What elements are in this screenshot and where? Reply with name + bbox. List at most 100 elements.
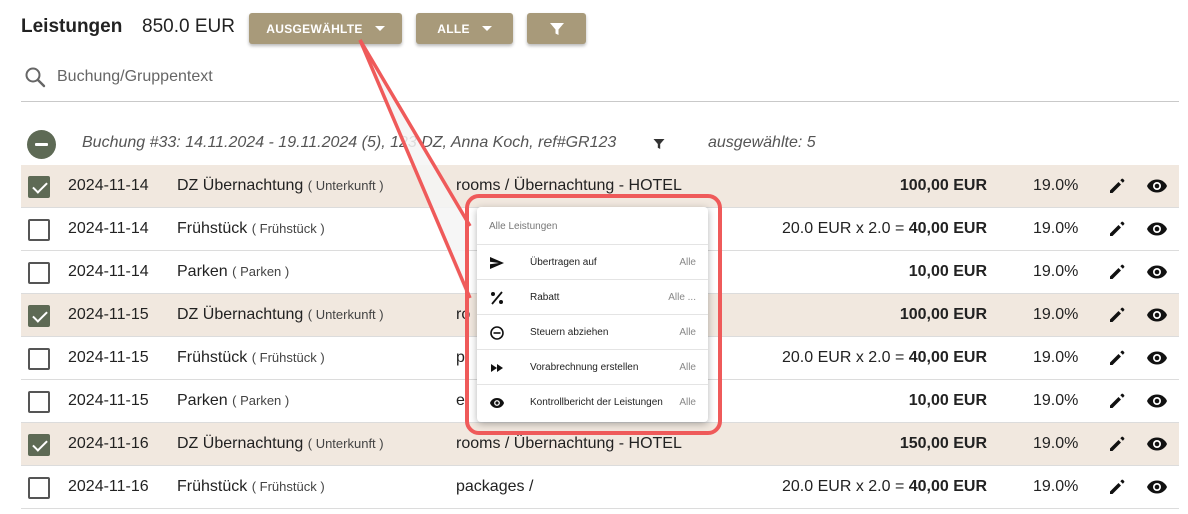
row-vat: 19.0% — [1033, 220, 1079, 237]
eye-icon[interactable] — [1146, 393, 1168, 409]
row-checkbox[interactable] — [28, 176, 50, 198]
row-vat: 19.0% — [1033, 478, 1079, 495]
search-input[interactable] — [57, 64, 657, 90]
row-service-name: Frühstück — [177, 349, 248, 366]
menu-item-label: Rabatt — [530, 292, 560, 303]
row-category: ( Unterkunft ) — [307, 307, 384, 322]
row-service-name: Frühstück — [177, 220, 248, 237]
row-price-total: 10,00 EUR — [908, 263, 987, 280]
row-service: Frühstück ( Frühstück ) — [177, 220, 325, 238]
row-category: ( Frühstück ) — [251, 221, 325, 236]
eye-icon[interactable] — [1146, 436, 1168, 452]
eye-icon[interactable] — [1146, 307, 1168, 323]
eye-icon[interactable] — [1146, 178, 1168, 194]
row-service: DZ Übernachtung ( Unterkunft ) — [177, 435, 384, 453]
row-date: 2024-11-16 — [68, 435, 149, 452]
row-vat: 19.0% — [1033, 435, 1079, 452]
menu-item-prepayment-invoice[interactable]: Vorabrechnung erstellen Alle — [477, 349, 708, 384]
collapse-group-button[interactable] — [27, 130, 56, 159]
row-category: ( Frühstück ) — [251, 350, 325, 365]
filter-button[interactable] — [527, 13, 586, 44]
menu-item-discount[interactable]: Rabatt Alle ... — [477, 279, 708, 314]
selected-actions-button[interactable]: AUSGEWÄHLTE — [249, 13, 402, 44]
row-service: Frühstück ( Frühstück ) — [177, 349, 325, 367]
eye-icon[interactable] — [1146, 479, 1168, 495]
eye-icon[interactable] — [1146, 264, 1168, 280]
row-date: 2024-11-15 — [68, 306, 149, 323]
group-filter-icon[interactable] — [653, 138, 665, 150]
row-service-name: Frühstück — [177, 478, 248, 495]
row-price: 20.0 EUR x 2.0 = 40,00 EUR — [782, 478, 987, 496]
booking-group-label: Buchung #33: 14.11.2024 - 19.11.2024 (5)… — [82, 134, 617, 151]
row-description: rooms / Übernachtung - HOTEL — [456, 177, 682, 194]
row-checkbox[interactable] — [28, 262, 50, 284]
row-checkbox[interactable] — [28, 477, 50, 499]
menu-item-transfer[interactable]: Übertragen auf Alle — [477, 244, 708, 279]
menu-item-scope: Alle — [679, 397, 696, 408]
row-price-formula: 20.0 EUR x 2.0 = — [782, 349, 909, 366]
booking-group-header: Buchung #33: 14.11.2024 - 19.11.2024 (5)… — [21, 122, 1179, 164]
row-date: 2024-11-15 — [68, 349, 149, 366]
menu-item-label: Steuern abziehen — [530, 327, 609, 338]
edit-icon[interactable] — [1108, 392, 1126, 410]
edit-icon[interactable] — [1108, 220, 1126, 238]
actions-menu-heading: Alle Leistungen — [489, 221, 558, 232]
edit-icon[interactable] — [1108, 306, 1126, 324]
eye-icon — [490, 398, 504, 408]
row-service: Frühstück ( Frühstück ) — [177, 478, 325, 496]
percent-icon — [491, 291, 503, 305]
row-price-total: 150,00 EUR — [899, 435, 987, 452]
row-service-name: DZ Übernachtung — [177, 177, 304, 194]
row-price: 10,00 EUR — [909, 263, 987, 281]
row-category: ( Frühstück ) — [251, 479, 325, 494]
row-service: Parken ( Parken ) — [177, 392, 289, 410]
menu-item-scope: Alle — [679, 257, 696, 268]
row-checkbox[interactable] — [28, 219, 50, 241]
row-date: 2024-11-14 — [68, 177, 149, 194]
actions-menu: Alle Leistungen Übertragen auf Alle Raba… — [477, 207, 708, 422]
row-checkbox[interactable] — [28, 305, 50, 327]
row-description: e — [456, 392, 465, 409]
row-date: 2024-11-15 — [68, 392, 149, 409]
menu-item-scope: Alle — [679, 362, 696, 373]
edit-icon[interactable] — [1108, 349, 1126, 367]
row-category: ( Unterkunft ) — [307, 178, 384, 193]
edit-icon[interactable] — [1108, 263, 1126, 281]
row-description: rooms / Übernachtung - HOTEL — [456, 435, 682, 452]
row-price: 100,00 EUR — [900, 177, 987, 195]
row-price: 10,00 EUR — [909, 392, 987, 410]
row-service: DZ Übernachtung ( Unterkunft ) — [177, 177, 384, 195]
minus-icon — [35, 143, 48, 146]
row-vat: 19.0% — [1033, 306, 1079, 323]
selected-actions-label: AUSGEWÄHLTE — [266, 21, 363, 36]
row-checkbox[interactable] — [28, 434, 50, 456]
row-service-name: DZ Übernachtung — [177, 435, 304, 452]
selected-count: ausgewählte: 5 — [708, 134, 816, 151]
eye-icon[interactable] — [1146, 350, 1168, 366]
edit-icon[interactable] — [1108, 435, 1126, 453]
all-actions-button[interactable]: ALLE — [416, 13, 513, 44]
row-vat: 19.0% — [1033, 263, 1079, 280]
row-date: 2024-11-16 — [68, 478, 149, 495]
row-category: ( Parken ) — [232, 264, 290, 279]
minus-circle-icon — [490, 326, 504, 340]
menu-item-label: Übertragen auf — [530, 257, 597, 268]
edit-icon[interactable] — [1108, 177, 1126, 195]
row-checkbox[interactable] — [28, 391, 50, 413]
row-price: 150,00 EUR — [900, 435, 987, 453]
row-checkbox[interactable] — [28, 348, 50, 370]
send-icon — [490, 257, 504, 269]
menu-item-control-report[interactable]: Kontrollbericht der Leistungen Alle — [477, 384, 708, 419]
edit-icon[interactable] — [1108, 478, 1126, 496]
fast-forward-icon — [491, 364, 503, 372]
row-price: 100,00 EUR — [900, 306, 987, 324]
menu-item-deduct-taxes[interactable]: Steuern abziehen Alle — [477, 314, 708, 349]
row-category: ( Parken ) — [232, 393, 290, 408]
row-vat: 19.0% — [1033, 177, 1079, 194]
row-service-name: DZ Übernachtung — [177, 306, 304, 323]
row-vat: 19.0% — [1033, 392, 1079, 409]
menu-item-label: Kontrollbericht der Leistungen — [530, 397, 663, 408]
table-row[interactable]: 2024-11-16 Frühstück ( Frühstück ) packa… — [21, 466, 1179, 509]
eye-icon[interactable] — [1146, 221, 1168, 237]
row-price: 20.0 EUR x 2.0 = 40,00 EUR — [782, 349, 987, 367]
